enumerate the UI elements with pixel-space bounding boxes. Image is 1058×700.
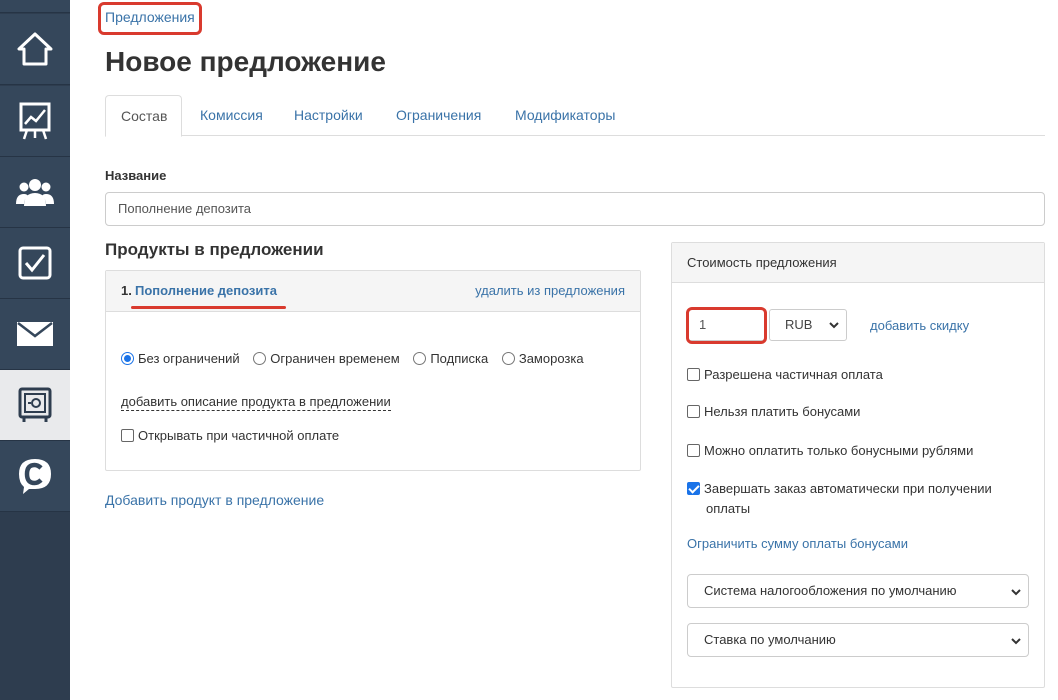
breadcrumb-offers-link[interactable]: Предложения: [105, 9, 195, 25]
sidebar-item-home[interactable]: [0, 14, 70, 85]
no-bonus-checkbox[interactable]: [687, 405, 700, 418]
tab-modifiers[interactable]: Модификаторы: [500, 95, 630, 136]
radio-time-limited[interactable]: Ограничен временем: [253, 351, 400, 366]
tax-system-select[interactable]: Система налогообложения по умолчанию: [687, 574, 1029, 608]
sidebar-item-top[interactable]: [0, 0, 70, 13]
checkbox-label: Разрешена частичная оплата: [704, 367, 883, 382]
remove-product-link[interactable]: удалить из предложения: [475, 283, 625, 298]
chevron-down-icon: [1011, 638, 1021, 645]
product-type-radio-group: Без ограничений Ограничен временем Подпи…: [121, 351, 594, 366]
radio-label: Заморозка: [518, 351, 584, 366]
tab-settings[interactable]: Настройки: [279, 95, 378, 136]
add-description-link[interactable]: добавить описание продукта в предложении: [121, 394, 391, 411]
radio-subscription[interactable]: Подписка: [413, 351, 488, 366]
sidebar: [0, 0, 70, 700]
bonus-only-checkbox[interactable]: [687, 444, 700, 457]
price-panel: Стоимость предложения 1 RUB добавить ски…: [671, 242, 1045, 688]
no-bonus-payment-option[interactable]: Нельзя платить бонусами: [687, 404, 860, 419]
radio-button-selected[interactable]: [121, 352, 134, 365]
name-input[interactable]: Пополнение депозита: [105, 192, 1045, 226]
products-title: Продукты в предложении: [105, 240, 324, 259]
add-discount-link[interactable]: добавить скидку: [870, 318, 969, 333]
product-panel: 1. Пополнение депозита удалить из предло…: [105, 270, 641, 471]
price-panel-title: Стоимость предложения: [672, 243, 1044, 283]
radio-freeze[interactable]: Заморозка: [501, 351, 584, 366]
highlight-product-underline: [131, 306, 286, 309]
checkbox-label: Нельзя платить бонусами: [704, 404, 861, 419]
auto-complete-checkbox[interactable]: [687, 482, 700, 495]
product-number: 1.: [121, 283, 132, 298]
bonus-only-option[interactable]: Можно оплатить только бонусными рублями: [687, 443, 973, 458]
name-label: Название: [105, 168, 167, 183]
open-on-partial-checkbox[interactable]: [121, 429, 134, 442]
main-content: Предложения Новое предложение Состав Ком…: [70, 0, 1058, 700]
currency-value: RUB: [785, 317, 813, 332]
tabs-bar: Состав Комиссия Настройки Ограничения Мо…: [105, 95, 1045, 137]
open-on-partial-payment-option[interactable]: Открывать при частичной оплате: [121, 428, 339, 443]
checkbox-icon: [18, 246, 52, 280]
sidebar-item-safe[interactable]: [0, 370, 70, 441]
tax-rate-select[interactable]: Ставка по умолчанию: [687, 623, 1029, 657]
radio-label: Без ограничений: [138, 351, 240, 366]
partial-payment-checkbox[interactable]: [687, 368, 700, 381]
tab-restrictions[interactable]: Ограничения: [381, 95, 496, 136]
page-title: Новое предложение: [105, 46, 386, 77]
chevron-down-icon: [1011, 589, 1021, 596]
chevron-down-icon: [829, 322, 839, 329]
currency-select[interactable]: RUB: [769, 309, 847, 341]
limit-bonus-payment-link[interactable]: Ограничить сумму оплаты бонусами: [687, 536, 908, 551]
tab-composition[interactable]: Состав: [105, 95, 182, 137]
checkbox-label: Открывать при частичной оплате: [138, 428, 340, 443]
radio-button[interactable]: [253, 352, 267, 365]
auto-complete-label-line2: оплаты: [706, 501, 751, 516]
partial-payment-option[interactable]: Разрешена частичная оплата: [687, 367, 883, 382]
sidebar-item-chat[interactable]: [0, 441, 70, 512]
safe-icon: [18, 387, 52, 422]
radio-label: Ограничен временем: [270, 351, 400, 366]
radio-label: Подписка: [430, 351, 489, 366]
users-icon: [16, 179, 54, 206]
checkbox-label: Завершать заказ автоматически при получе…: [704, 481, 992, 496]
product-header: 1. Пополнение депозита удалить из предло…: [106, 271, 640, 312]
sidebar-item-analytics[interactable]: [0, 86, 70, 157]
product-name-link[interactable]: Пополнение депозита: [135, 283, 277, 298]
price-amount-input[interactable]: 1: [687, 309, 765, 341]
chart-board-icon: [19, 102, 51, 140]
radio-button[interactable]: [501, 352, 515, 365]
auto-complete-order-option[interactable]: Завершать заказ автоматически при получе…: [687, 481, 992, 496]
add-product-link[interactable]: Добавить продукт в предложение: [105, 492, 324, 508]
home-icon: [17, 32, 53, 66]
sidebar-item-tasks[interactable]: [0, 228, 70, 299]
mail-icon: [17, 322, 53, 346]
radio-no-limit[interactable]: Без ограничений: [121, 351, 240, 366]
chat-c-icon: [19, 459, 51, 494]
tax-rate-value: Ставка по умолчанию: [704, 632, 836, 647]
radio-button[interactable]: [413, 352, 427, 365]
tab-commission[interactable]: Комиссия: [185, 95, 278, 136]
tax-system-value: Система налогообложения по умолчанию: [704, 583, 957, 598]
sidebar-item-users[interactable]: [0, 157, 70, 228]
sidebar-item-mail[interactable]: [0, 299, 70, 370]
checkbox-label: Можно оплатить только бонусными рублями: [704, 443, 974, 458]
